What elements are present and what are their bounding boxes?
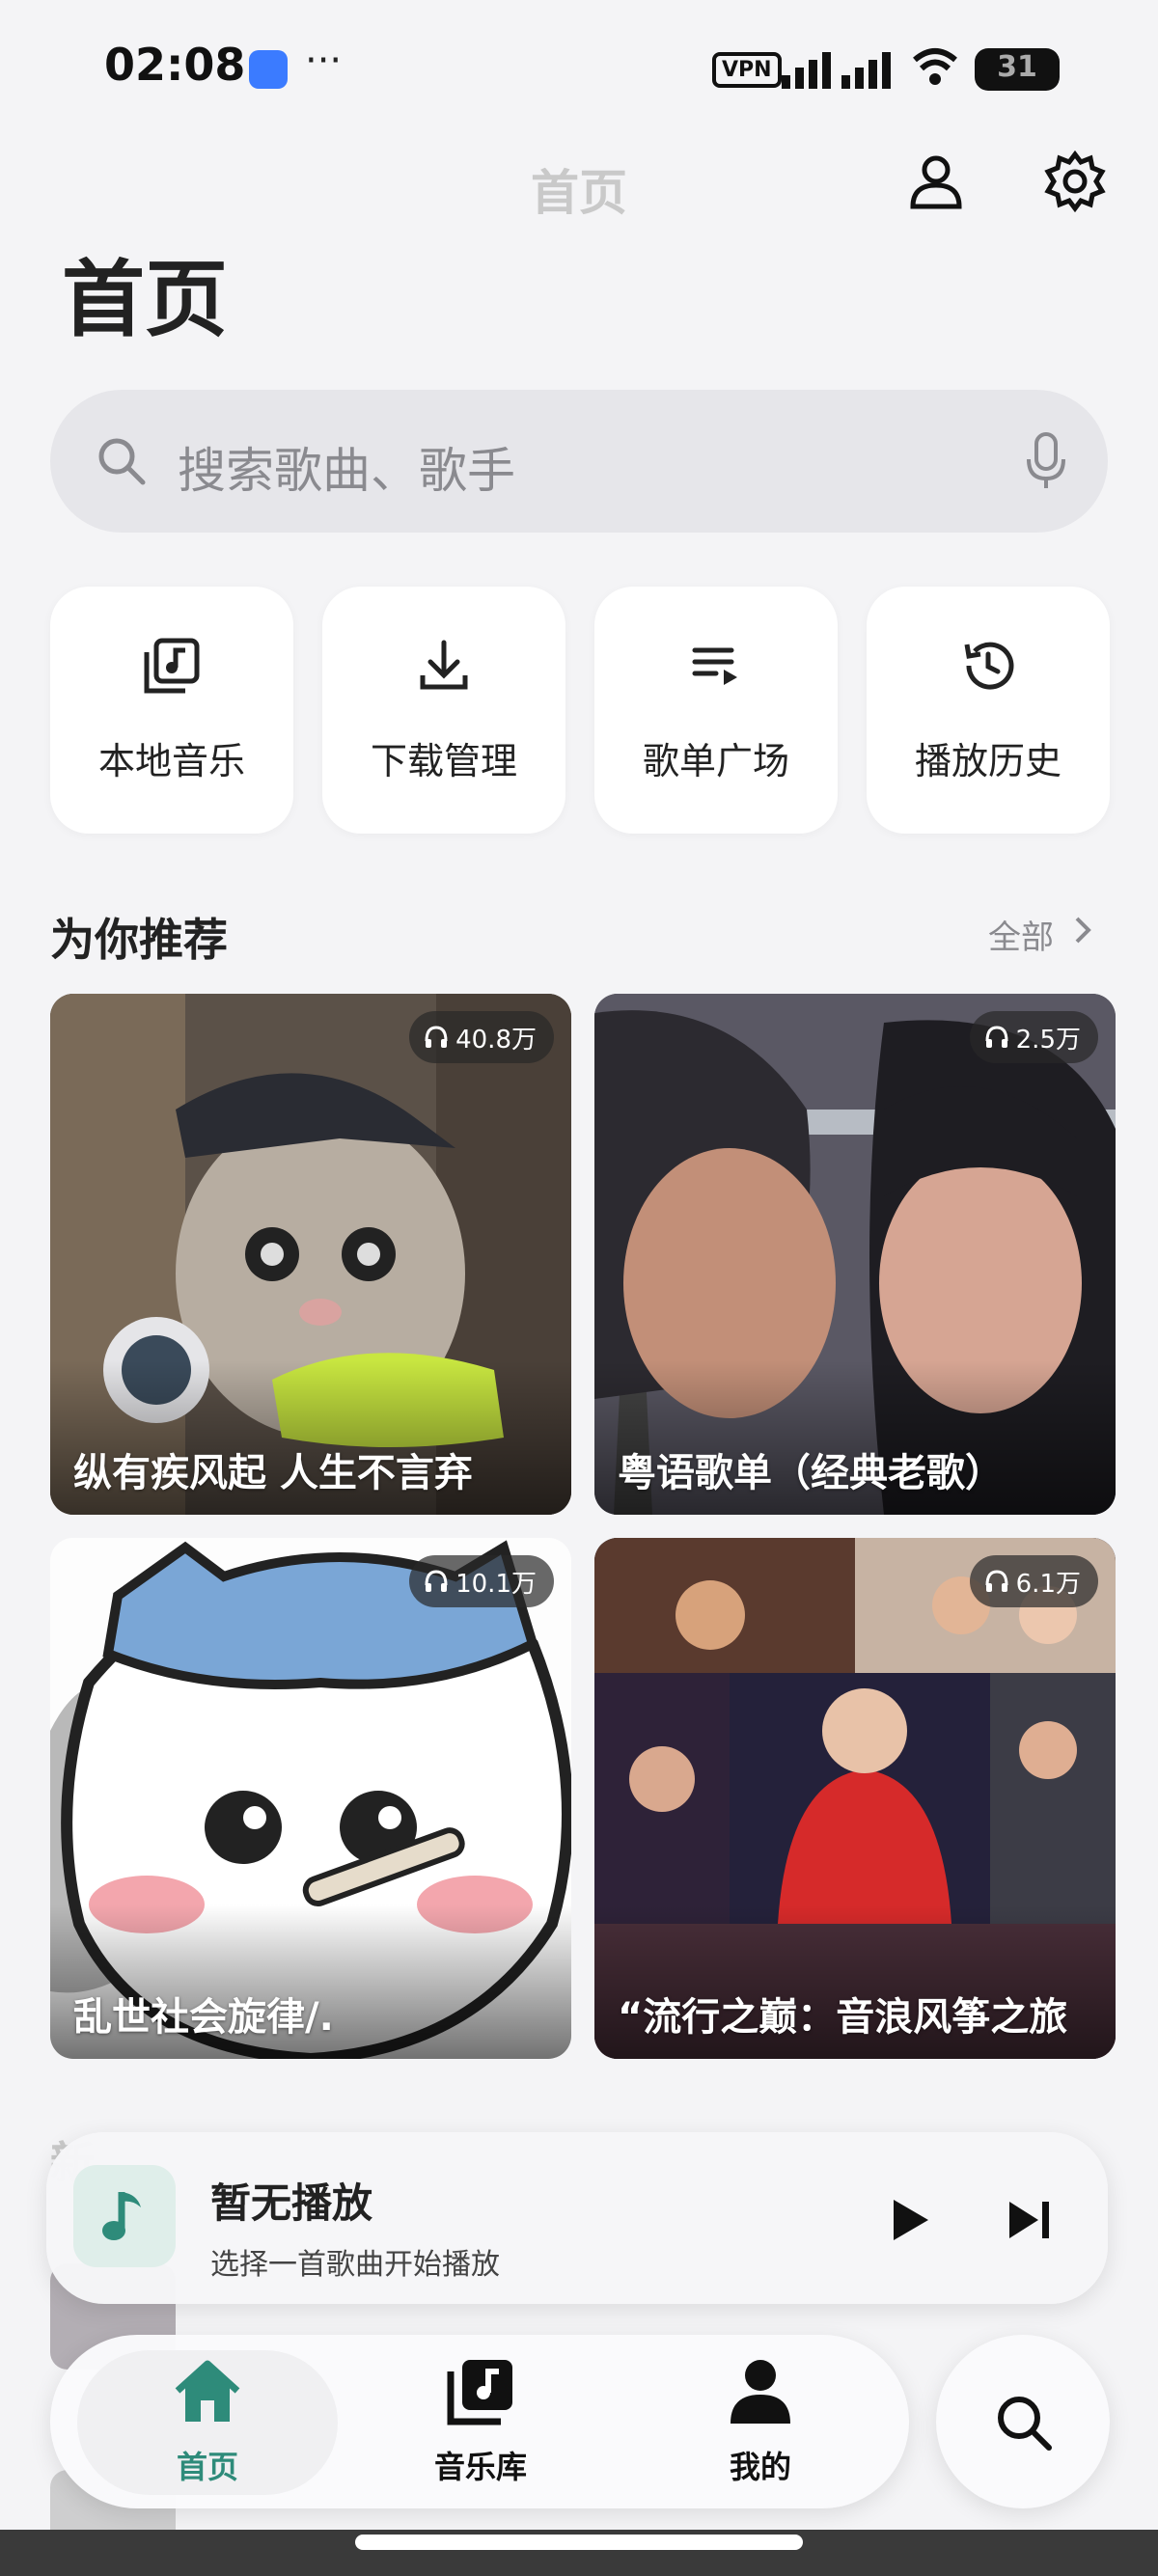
vpn-icon: VPN	[712, 52, 782, 88]
download-manager-button[interactable]: 下载管理	[322, 587, 565, 834]
playlist-card-title: 乱世社会旋律/.	[73, 1995, 334, 2040]
playlist-square-label: 歌单广场	[642, 740, 789, 782]
playlist-card-title: 纵有疾风起 人生不言弃	[73, 1451, 473, 1495]
user-icon[interactable]	[907, 152, 965, 210]
search-icon	[98, 438, 146, 485]
playlist-icon	[692, 647, 737, 685]
now-playing-title: 暂无播放	[210, 2179, 373, 2227]
play-count: 6.1万	[1015, 1569, 1081, 1599]
play-history-label: 播放历史	[914, 740, 1062, 782]
wifi-icon	[913, 48, 957, 85]
play-count: 40.8万	[455, 1025, 537, 1055]
play-icon[interactable]	[888, 2196, 932, 2244]
play-count: 10.1万	[455, 1569, 537, 1599]
download-icon	[420, 640, 468, 690]
signal-icon	[782, 52, 891, 89]
page-title: 首页	[62, 252, 228, 348]
now-playing-subtitle: 选择一首歌曲开始播放	[210, 2248, 500, 2282]
user-icon	[731, 2360, 790, 2424]
playlist-card-title: 粤语歌单（经典老歌）	[618, 1451, 1004, 1495]
playlist-square-button[interactable]: 歌单广场	[594, 587, 838, 834]
headphones-icon	[425, 1570, 448, 1592]
search-icon	[998, 2397, 1052, 2451]
microphone-icon[interactable]	[1023, 432, 1069, 490]
local-music-button[interactable]: 本地音乐	[50, 587, 293, 834]
music-library-icon	[144, 638, 200, 694]
nav-mine-label: 我的	[729, 2449, 791, 2485]
nav-home-label: 首页	[176, 2449, 238, 2485]
chevron-right-icon[interactable]	[1071, 915, 1094, 945]
nav-library-label: 音乐库	[433, 2449, 527, 2485]
home-indicator[interactable]	[355, 2535, 803, 2550]
music-note-icon	[102, 2192, 141, 2240]
search-placeholder: 搜索歌曲、歌手	[178, 443, 515, 499]
play-count-badge: 40.8万	[409, 1011, 554, 1063]
nav-library-tab[interactable]: 音乐库	[384, 2350, 577, 2495]
nav-mine-tab[interactable]: 我的	[664, 2350, 857, 2495]
mini-player[interactable]	[46, 2132, 1108, 2304]
app-notification-icon	[249, 50, 288, 89]
more-notifications-icon: ···	[305, 39, 343, 83]
playlist-card[interactable]: 10.1万 乱世社会旋律/.	[50, 1538, 571, 2059]
nav-home-tab[interactable]: 首页	[77, 2350, 338, 2495]
playlist-card[interactable]: 6.1万 “流行之巅：音浪风筝之旅	[594, 1538, 1116, 2059]
home-icon	[175, 2360, 240, 2422]
history-icon	[964, 642, 1014, 690]
skip-next-icon[interactable]	[1006, 2198, 1054, 2242]
download-manager-label: 下载管理	[370, 740, 517, 782]
playlist-card[interactable]: 2.5万 粤语歌单（经典老歌）	[594, 994, 1116, 1515]
recommend-all-link[interactable]: 全部	[988, 911, 1054, 958]
play-history-button[interactable]: 播放历史	[867, 587, 1110, 834]
header-title: 首页	[531, 165, 627, 221]
play-count-badge: 2.5万	[969, 1011, 1098, 1063]
headphones-icon	[985, 1026, 1008, 1048]
play-count-badge: 6.1万	[969, 1555, 1098, 1607]
local-music-label: 本地音乐	[97, 740, 245, 782]
playlist-card[interactable]: 40.8万 纵有疾风起 人生不言弃	[50, 994, 571, 1515]
play-count-badge: 10.1万	[409, 1555, 554, 1607]
music-library-icon	[447, 2360, 512, 2425]
headphones-icon	[425, 1026, 448, 1048]
gear-icon[interactable]	[1044, 151, 1106, 212]
playlist-card-title: “流行之巅：音浪风筝之旅	[618, 1995, 1068, 2040]
battery-level: 31	[997, 50, 1037, 84]
section-title-recommend: 为你推荐	[50, 914, 228, 966]
headphones-icon	[985, 1570, 1008, 1592]
status-time: 02:08	[104, 39, 246, 91]
play-count: 2.5万	[1015, 1025, 1081, 1055]
